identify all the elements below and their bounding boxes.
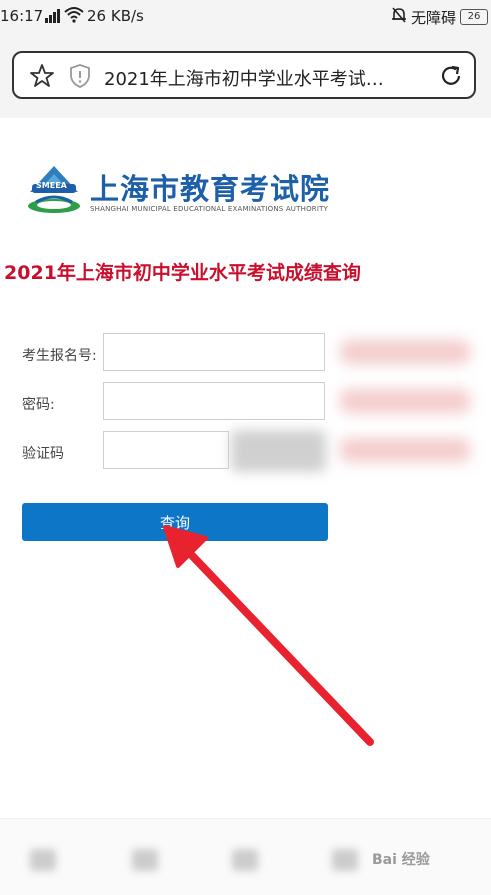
- logo-badge-text: SMEEA: [36, 181, 67, 190]
- tabs-icon[interactable]: [332, 849, 358, 871]
- logo-subtitle: SHANGHAI MUNICIPAL EDUCATIONAL EXAMINATI…: [90, 205, 329, 213]
- home-icon[interactable]: [232, 849, 258, 871]
- page-title-in-url[interactable]: 2021年上海市初中学业水平考试…: [104, 65, 414, 91]
- address-bar[interactable]: 2021年上海市初中学业水平考试…: [12, 51, 476, 99]
- password-input[interactable]: [103, 382, 325, 420]
- captcha-label: 验证码: [22, 446, 64, 462]
- logo-title: 上海市教育考试院: [90, 172, 331, 206]
- smeea-emblem-icon: [28, 166, 80, 213]
- status-bar: 16:17 26 KB/s 无障碍 26: [0, 0, 491, 34]
- page-title: 2021年上海市初中学业水平考试成绩查询: [4, 262, 361, 284]
- browser-toolbar: 2021年上海市初中学业水平考试…: [0, 34, 491, 118]
- baidu-watermark: Bai 经验: [372, 852, 430, 868]
- captcha-image[interactable]: [231, 430, 326, 472]
- status-time: 16:17: [0, 7, 44, 25]
- star-icon[interactable]: [29, 63, 55, 93]
- network-speed: 26 KB/s: [87, 7, 144, 25]
- accessibility-label: 无障碍: [411, 9, 457, 27]
- wifi-icon: [64, 6, 84, 28]
- password-label: 密码:: [22, 397, 55, 413]
- password-hint: [340, 389, 470, 413]
- web-page: SMEEA 上海市教育考试院 SHANGHAI MUNICIPAL EDUCAT…: [0, 118, 491, 818]
- registration-hint: [340, 340, 470, 364]
- shield-icon[interactable]: [69, 63, 91, 93]
- signal-icon: [44, 6, 62, 28]
- battery-indicator: 26: [460, 9, 488, 25]
- query-button[interactable]: 查询: [22, 503, 328, 541]
- back-icon[interactable]: [30, 849, 56, 871]
- captcha-hint: [340, 438, 470, 462]
- mute-bell-icon: [391, 6, 407, 28]
- browser-bottom-nav: Bai 经验: [0, 818, 491, 895]
- registration-number-input[interactable]: [103, 333, 325, 371]
- registration-number-label: 考生报名号:: [22, 348, 97, 364]
- captcha-input[interactable]: [103, 431, 229, 469]
- forward-icon[interactable]: [132, 849, 158, 871]
- reload-icon[interactable]: [438, 63, 464, 93]
- smeea-logo[interactable]: SMEEA 上海市教育考试院 SHANGHAI MUNICIPAL EDUCAT…: [26, 160, 329, 220]
